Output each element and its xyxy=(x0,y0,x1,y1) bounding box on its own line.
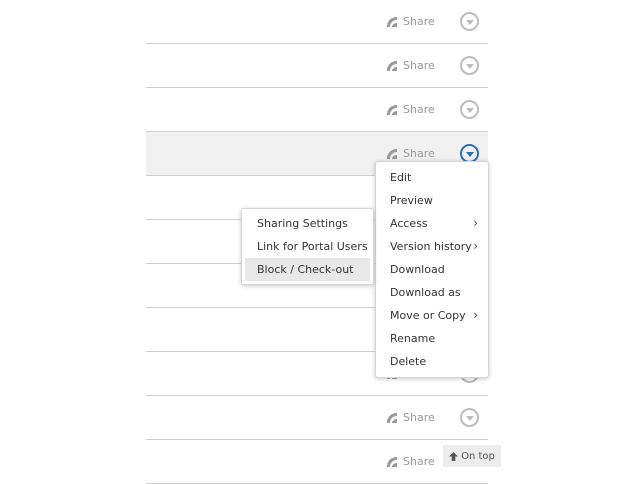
share-link[interactable]: Share xyxy=(386,440,435,483)
chevron-right-icon: › xyxy=(473,308,478,322)
menu-item-rename[interactable]: Rename xyxy=(376,327,488,350)
share-icon xyxy=(386,148,398,160)
file-row[interactable]: Share xyxy=(146,0,488,44)
share-link[interactable]: Share xyxy=(386,396,435,439)
share-icon xyxy=(386,456,398,468)
dropdown-arrow-icon[interactable] xyxy=(460,408,479,427)
share-link[interactable]: Share xyxy=(386,0,435,43)
file-row[interactable]: Share xyxy=(146,88,488,132)
access-submenu: Sharing Settings Link for Portal Users B… xyxy=(241,208,374,285)
menu-item-move-or-copy[interactable]: Move or Copy › xyxy=(376,304,488,327)
arrow-up-icon xyxy=(449,451,459,461)
share-label: Share xyxy=(403,411,435,424)
chevron-right-icon: › xyxy=(473,239,478,253)
menu-item-download-as[interactable]: Download as xyxy=(376,281,488,304)
menu-item-delete[interactable]: Delete xyxy=(376,350,488,373)
dropdown-arrow-icon[interactable] xyxy=(460,56,479,75)
share-label: Share xyxy=(403,15,435,28)
share-icon xyxy=(386,412,398,424)
menu-item-download[interactable]: Download xyxy=(376,258,488,281)
triangle-down-icon xyxy=(465,416,474,421)
menu-item-edit[interactable]: Edit xyxy=(376,166,488,189)
submenu-item-block-check-out[interactable]: Block / Check-out xyxy=(245,258,370,281)
submenu-item-link-for-portal-users[interactable]: Link for Portal Users xyxy=(245,235,370,258)
menu-item-preview[interactable]: Preview xyxy=(376,189,488,212)
triangle-down-icon xyxy=(465,108,474,113)
share-label: Share xyxy=(403,455,435,468)
chevron-right-icon: › xyxy=(473,216,478,230)
triangle-down-icon xyxy=(465,152,474,157)
share-label: Share xyxy=(403,103,435,116)
share-link[interactable]: Share xyxy=(386,44,435,87)
share-icon xyxy=(386,60,398,72)
file-context-menu: Edit Preview Access › Version history › Do… xyxy=(375,161,489,378)
triangle-down-icon xyxy=(465,20,474,25)
dropdown-arrow-icon[interactable] xyxy=(460,12,479,31)
file-row[interactable]: Share xyxy=(146,44,488,88)
share-link[interactable]: Share xyxy=(386,88,435,131)
triangle-down-icon xyxy=(465,64,474,69)
share-icon xyxy=(386,16,398,28)
file-row[interactable]: Share xyxy=(146,440,488,484)
on-top-button[interactable]: On top xyxy=(443,445,501,467)
share-icon xyxy=(386,104,398,116)
share-label: Share xyxy=(403,147,435,160)
menu-item-access[interactable]: Access › xyxy=(376,212,488,235)
submenu-item-sharing-settings[interactable]: Sharing Settings xyxy=(245,212,370,235)
share-label: Share xyxy=(403,59,435,72)
menu-item-version-history[interactable]: Version history › xyxy=(376,235,488,258)
dropdown-arrow-icon[interactable] xyxy=(460,100,479,119)
file-row[interactable]: Share xyxy=(146,396,488,440)
